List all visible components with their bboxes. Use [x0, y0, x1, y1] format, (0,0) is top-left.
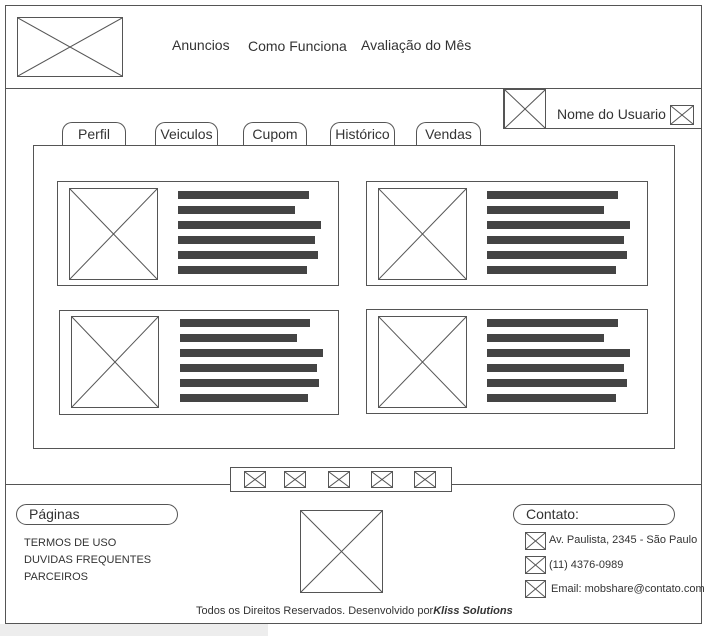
- listing-image: [378, 188, 467, 280]
- nav-anuncios[interactable]: Anuncios: [172, 37, 230, 53]
- user-name[interactable]: Nome do Usuario: [557, 106, 666, 122]
- tab-perfil[interactable]: Perfil: [62, 122, 126, 146]
- footer-logo-image: [300, 510, 383, 593]
- company-name: Kliss Solutions: [433, 605, 513, 617]
- tab-veiculos[interactable]: Veiculos: [155, 122, 218, 146]
- footer-contact-title: Contato:: [513, 504, 675, 525]
- listing-image: [71, 316, 159, 408]
- tab-historico[interactable]: Histórico: [330, 122, 395, 146]
- text-line: [487, 334, 604, 342]
- footer-pages-title-text: Páginas: [29, 506, 80, 522]
- footer-pages-title: Páginas: [16, 504, 178, 525]
- text-line: [180, 394, 308, 402]
- text-line: [178, 236, 315, 244]
- contact-address: Av. Paulista, 2345 - São Paulo: [549, 534, 698, 546]
- social-icon-1[interactable]: [244, 471, 266, 488]
- social-icon-5[interactable]: [414, 471, 436, 488]
- footer-link-termos[interactable]: TERMOS DE USO: [24, 537, 116, 549]
- text-line: [178, 221, 321, 229]
- text-line: [487, 251, 627, 259]
- tab-cupom-label: Cupom: [252, 126, 298, 142]
- text-line: [487, 206, 604, 214]
- text-line: [178, 251, 318, 259]
- text-line: [180, 334, 297, 342]
- phone-icon: [525, 556, 546, 574]
- nav-avaliacao-do-mes[interactable]: Avaliação do Mês: [361, 37, 471, 53]
- nav-como-funciona[interactable]: Como Funciona: [248, 38, 347, 54]
- tab-perfil-label: Perfil: [78, 126, 110, 142]
- listing-image: [69, 188, 158, 280]
- footer-link-parceiros[interactable]: PARCEIROS: [24, 571, 88, 583]
- text-line: [178, 191, 309, 199]
- social-icon-2[interactable]: [284, 471, 306, 488]
- text-line: [487, 319, 618, 327]
- text-line: [487, 191, 618, 199]
- tab-vendas[interactable]: Vendas: [416, 122, 481, 146]
- listing-image: [378, 316, 467, 408]
- copyright-text: Todos os Direitos Reservados. Desenvolvi…: [196, 605, 434, 617]
- bottom-strip: [0, 624, 268, 636]
- text-line: [178, 266, 307, 274]
- user-avatar[interactable]: [504, 89, 546, 129]
- text-line: [487, 379, 627, 387]
- text-line: [487, 221, 630, 229]
- text-line: [180, 319, 310, 327]
- footer-link-duvidas[interactable]: DUVIDAS FREQUENTES: [24, 554, 151, 566]
- location-icon: [525, 532, 546, 550]
- tab-vendas-label: Vendas: [425, 126, 472, 142]
- tab-cupom[interactable]: Cupom: [243, 122, 307, 146]
- text-line: [487, 349, 630, 357]
- user-menu-icon[interactable]: [670, 105, 694, 125]
- contact-email[interactable]: Email: mobshare@contato.com: [551, 583, 705, 595]
- text-line: [178, 206, 295, 214]
- social-icon-3[interactable]: [328, 471, 350, 488]
- contact-phone: (11) 4376-0989: [549, 559, 624, 571]
- text-line: [180, 349, 323, 357]
- text-line: [487, 266, 616, 274]
- text-line: [487, 236, 624, 244]
- text-line: [180, 364, 317, 372]
- footer-contact-title-text: Contato:: [526, 506, 579, 522]
- text-line: [180, 379, 319, 387]
- tab-veiculos-label: Veiculos: [160, 126, 213, 142]
- footer-copyright: Todos os Direitos Reservados. Desenvolvi…: [196, 605, 513, 617]
- text-line: [487, 364, 624, 372]
- social-icon-4[interactable]: [371, 471, 393, 488]
- logo-image[interactable]: [17, 17, 123, 77]
- tab-historico-label: Histórico: [335, 126, 390, 142]
- email-icon: [525, 580, 546, 598]
- text-line: [487, 394, 616, 402]
